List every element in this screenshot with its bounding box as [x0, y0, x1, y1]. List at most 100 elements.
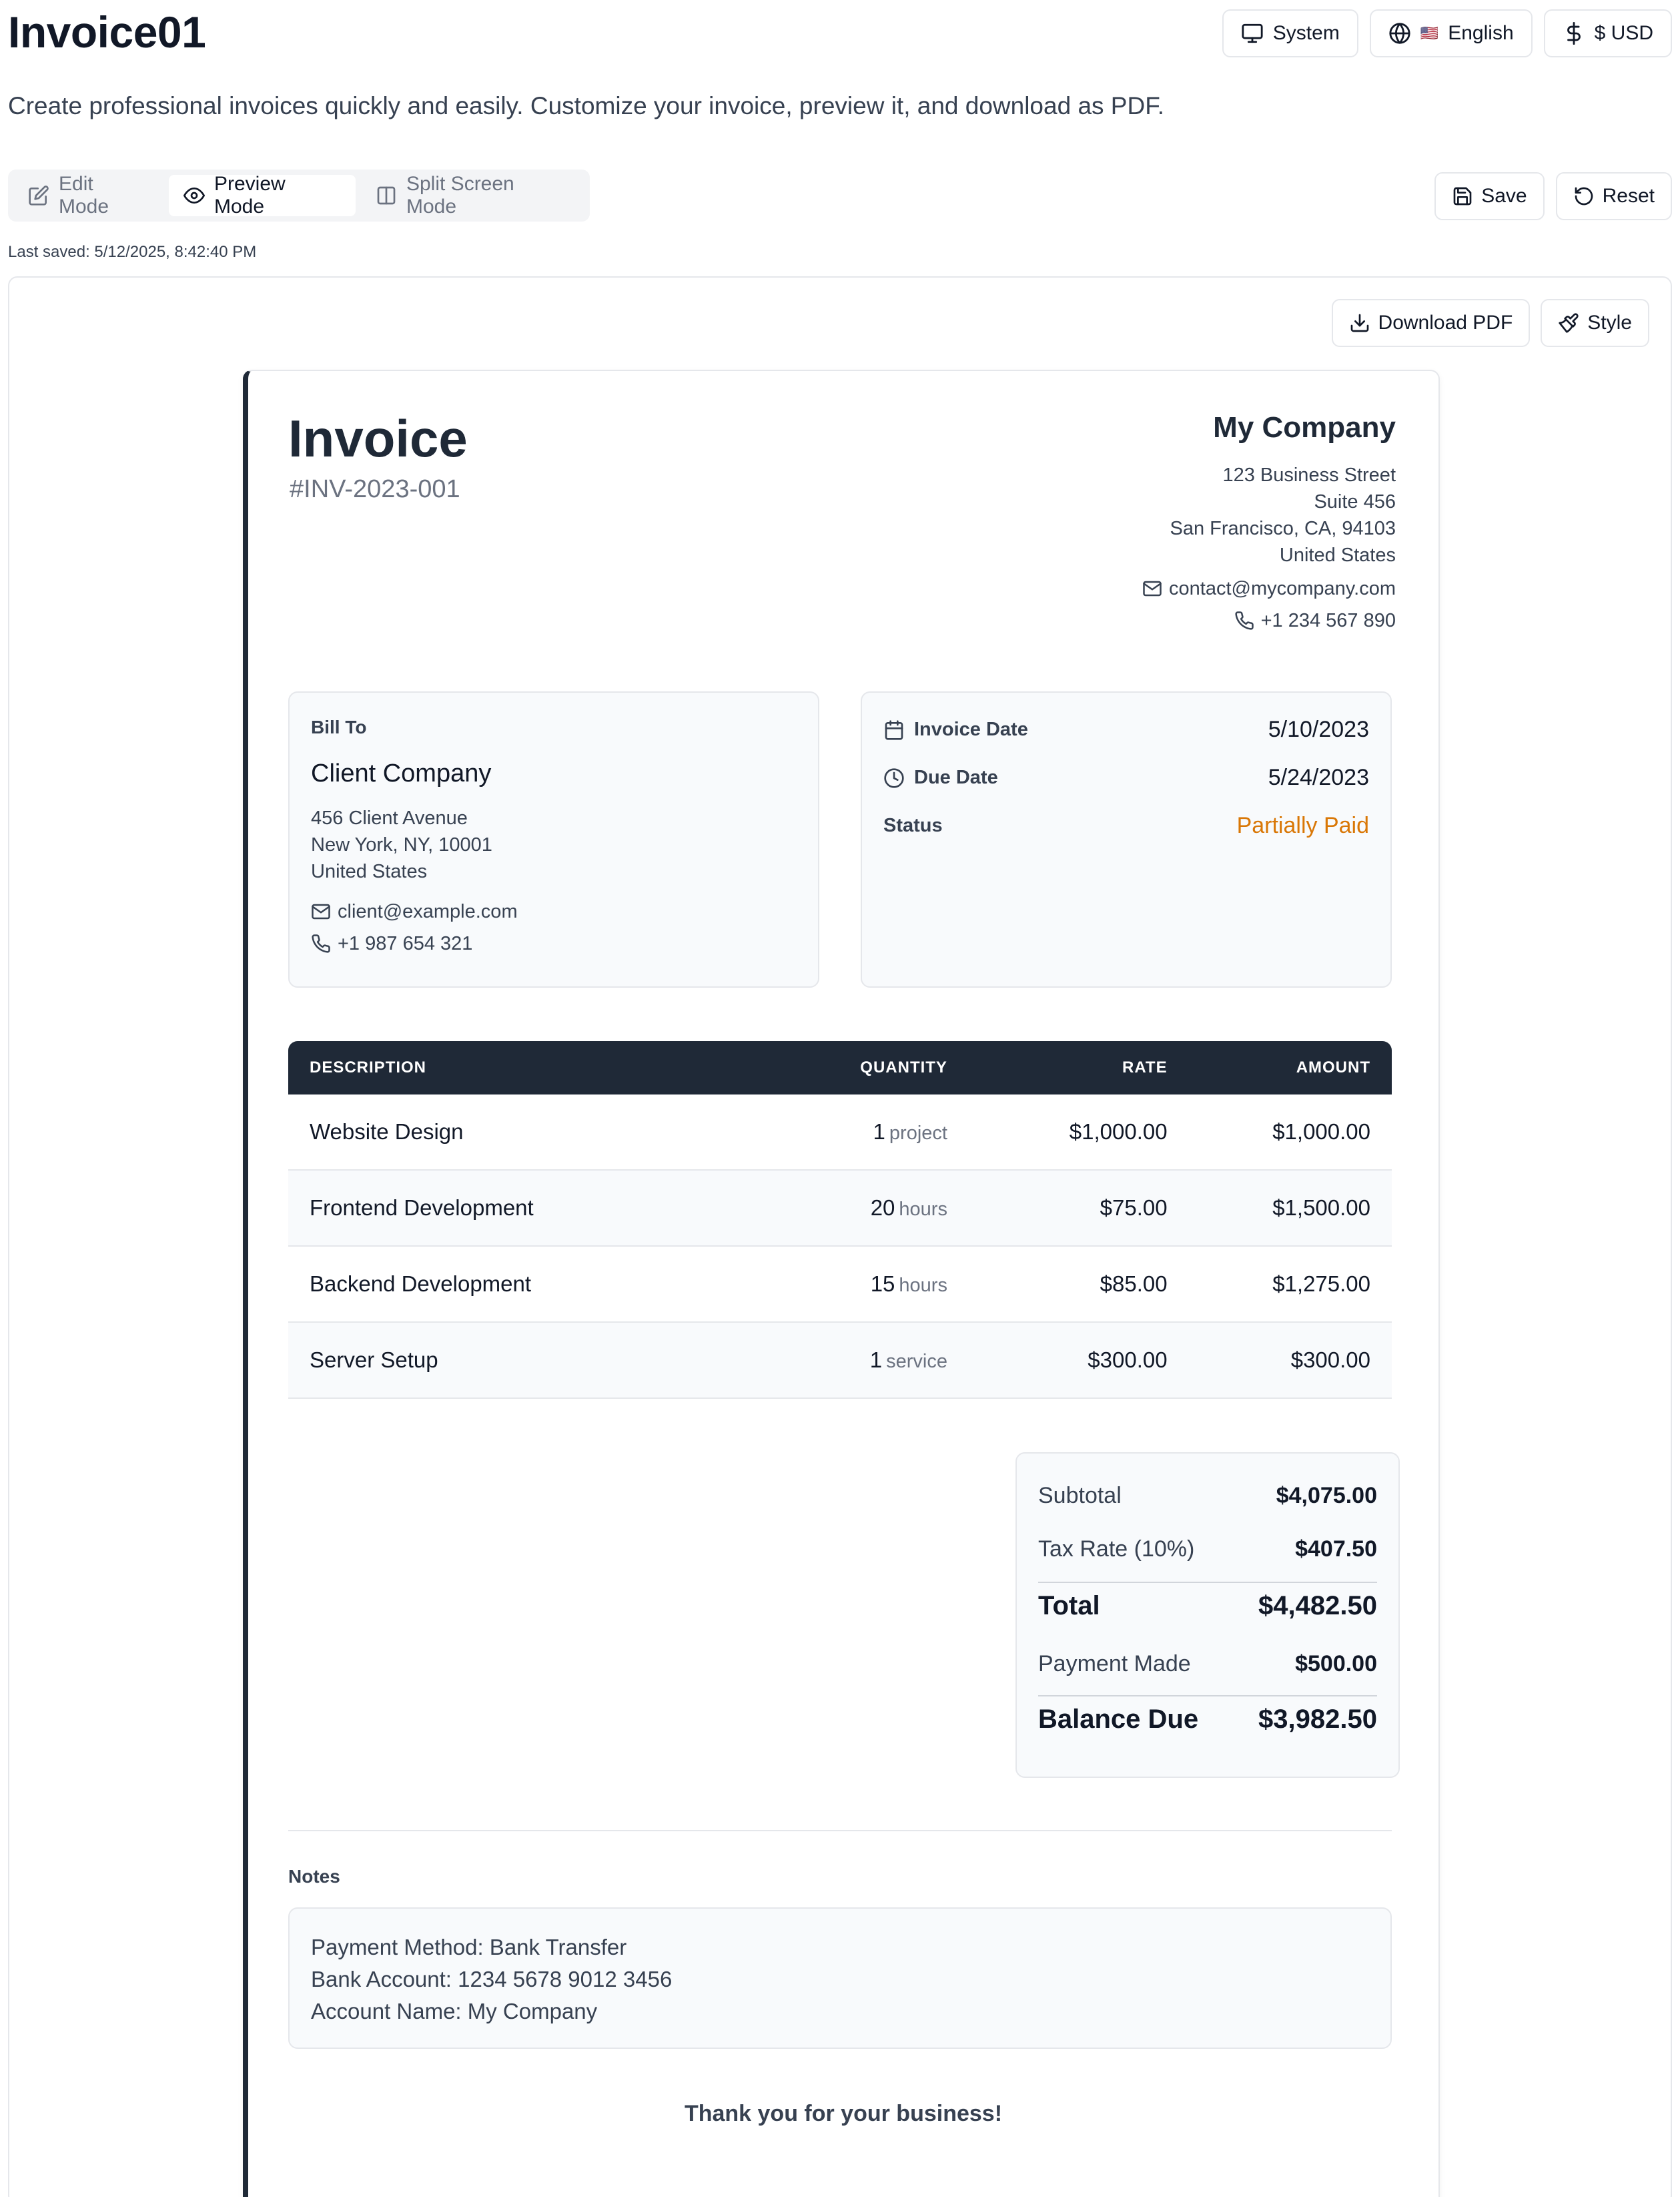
mail-icon: [311, 902, 331, 922]
item-rate: $75.00: [1100, 1195, 1168, 1220]
client-address-line: United States: [311, 861, 428, 882]
calendar-icon: [883, 719, 905, 741]
balance-due-value: $3,982.50: [1258, 1704, 1377, 1734]
theme-toggle-button[interactable]: System: [1222, 9, 1358, 57]
quantity-value: 1: [869, 1347, 883, 1372]
due-date-row: Due Date 5/24/2023: [883, 765, 1369, 791]
client-address-line: 456 Client Avenue: [311, 808, 468, 829]
bill-to-card: Bill To Client Company 456 Client Avenue…: [288, 691, 819, 988]
tax-label: Tax Rate (10%): [1038, 1536, 1195, 1562]
payment-label: Payment Made: [1038, 1651, 1191, 1676]
column-header-rate: RATE: [1122, 1058, 1168, 1076]
bill-to-label: Bill To: [311, 717, 367, 737]
invoice-number: #INV-2023-001: [290, 475, 460, 503]
download-pdf-button[interactable]: Download PDF: [1331, 299, 1531, 347]
company-address-line: Suite 456: [1314, 491, 1396, 513]
preview-actions: Download PDF Style: [1331, 299, 1649, 347]
notes-line: Payment Method: Bank Transfer: [311, 1935, 627, 1959]
company-name: My Company: [1213, 411, 1396, 444]
page-title: Invoice01: [8, 7, 206, 57]
phone-icon: [1234, 611, 1254, 631]
balance-due-row: Balance Due $3,982.50: [1038, 1704, 1377, 1735]
paintbrush-icon: [1558, 312, 1579, 334]
reset-button[interactable]: Reset: [1555, 172, 1672, 220]
clock-icon: [883, 767, 905, 789]
total-value: $4,482.50: [1258, 1591, 1377, 1620]
tab-split-screen-mode[interactable]: Split Screen Mode: [361, 173, 584, 218]
company-email: contact@mycompany.com: [1142, 573, 1396, 605]
item-description: Frontend Development: [310, 1195, 534, 1220]
client-phone-text: +1 987 654 321: [338, 933, 473, 954]
style-label: Style: [1587, 312, 1632, 334]
status-row: Status Partially Paid: [883, 813, 1369, 839]
company-phone: +1 234 567 890: [1142, 605, 1396, 637]
column-header-description: DESCRIPTION: [310, 1058, 427, 1076]
reset-label: Reset: [1602, 185, 1655, 207]
client-email: client@example.com: [311, 896, 518, 928]
quantity-value: 15: [870, 1271, 895, 1296]
currency-label: $ USD: [1594, 22, 1653, 44]
mail-icon: [1142, 579, 1162, 599]
tab-label: Edit Mode: [59, 173, 109, 218]
client-email-text: client@example.com: [338, 901, 518, 922]
currency-select[interactable]: $ USD: [1543, 9, 1672, 57]
download-icon: [1349, 312, 1370, 334]
invoice-date-label: Invoice Date: [883, 719, 1028, 741]
table-header: DESCRIPTION QUANTITY RATE AMOUNT: [288, 1041, 1392, 1094]
preview-container: Download PDF Style Invoice #INV-2023-001…: [8, 276, 1672, 2197]
quantity-value: 1: [873, 1119, 885, 1144]
subtotal-label: Subtotal: [1038, 1483, 1122, 1508]
globe-icon: [1388, 22, 1411, 45]
columns-icon: [376, 185, 397, 206]
table-row: Server Setup 1 service $300.00 $300.00: [288, 1323, 1392, 1399]
item-description: Website Design: [310, 1119, 464, 1144]
item-quantity: 1 service: [755, 1347, 947, 1373]
tab-label: Preview Mode: [214, 173, 286, 218]
style-button[interactable]: Style: [1541, 299, 1649, 347]
monitor-icon: [1241, 22, 1264, 45]
document-actions: Save Reset: [1434, 172, 1672, 220]
totals-summary: Subtotal $4,075.00 Tax Rate (10%) $407.5…: [1015, 1452, 1400, 1778]
phone-icon: [311, 934, 331, 954]
item-rate: $1,000.00: [1069, 1119, 1168, 1144]
item-quantity: 20 hours: [755, 1195, 947, 1221]
client-contact: client@example.com +1 987 654 321: [311, 896, 518, 960]
totals-divider: [1038, 1695, 1377, 1696]
table-row: Frontend Development 20 hours $75.00 $1,5…: [288, 1171, 1392, 1247]
quantity-unit: hours: [899, 1275, 947, 1296]
last-saved-text: Last saved: 5/12/2025, 8:42:40 PM: [8, 243, 257, 261]
edit-icon: [28, 185, 49, 206]
tab-edit-mode[interactable]: Edit Mode: [13, 173, 163, 218]
save-label: Save: [1481, 185, 1527, 207]
thank-you-message: Thank you for your business!: [684, 2101, 1003, 2126]
table-row: Backend Development 15 hours $85.00 $1,27…: [288, 1247, 1392, 1323]
company-address-line: 123 Business Street: [1222, 464, 1396, 486]
tab-preview-mode[interactable]: Preview Mode: [169, 173, 356, 218]
invoice-document: Invoice #INV-2023-001 My Company 123 Bus…: [243, 370, 1440, 2197]
invoice-details-card: Invoice Date 5/10/2023 Due Date 5/24/202…: [861, 691, 1392, 988]
item-amount: $1,000.00: [1272, 1119, 1371, 1144]
payment-value: $500.00: [1295, 1651, 1377, 1676]
quantity-unit: project: [889, 1123, 947, 1144]
column-header-amount: AMOUNT: [1296, 1058, 1371, 1076]
invoice-date-label-text: Invoice Date: [914, 719, 1028, 740]
theme-label: System: [1272, 22, 1340, 44]
save-button[interactable]: Save: [1434, 172, 1545, 220]
client-address: 456 Client Avenue New York, NY, 10001 Un…: [311, 805, 492, 885]
company-address-line: United States: [1279, 545, 1396, 566]
status-badge: Partially Paid: [1236, 813, 1369, 838]
line-items-table: DESCRIPTION QUANTITY RATE AMOUNT Website…: [288, 1041, 1392, 1399]
item-amount: $1,275.00: [1272, 1271, 1371, 1296]
subtotal-row: Subtotal $4,075.00: [1038, 1483, 1377, 1509]
invoice-date-value: 5/10/2023: [1268, 717, 1369, 742]
mode-switcher: Edit Mode Preview Mode Split Screen Mode: [8, 170, 590, 222]
notes-label: Notes: [288, 1866, 340, 1887]
tax-value: $407.50: [1295, 1536, 1377, 1562]
item-description: Backend Development: [310, 1271, 532, 1296]
notes-line: Account Name: My Company: [311, 1999, 598, 2023]
status-label: Status: [883, 815, 943, 836]
company-phone-text: +1 234 567 890: [1260, 610, 1396, 631]
subtotal-value: $4,075.00: [1276, 1483, 1377, 1508]
language-select[interactable]: 🇺🇸 English: [1369, 9, 1533, 57]
tab-label: Split Screen Mode: [406, 173, 514, 218]
